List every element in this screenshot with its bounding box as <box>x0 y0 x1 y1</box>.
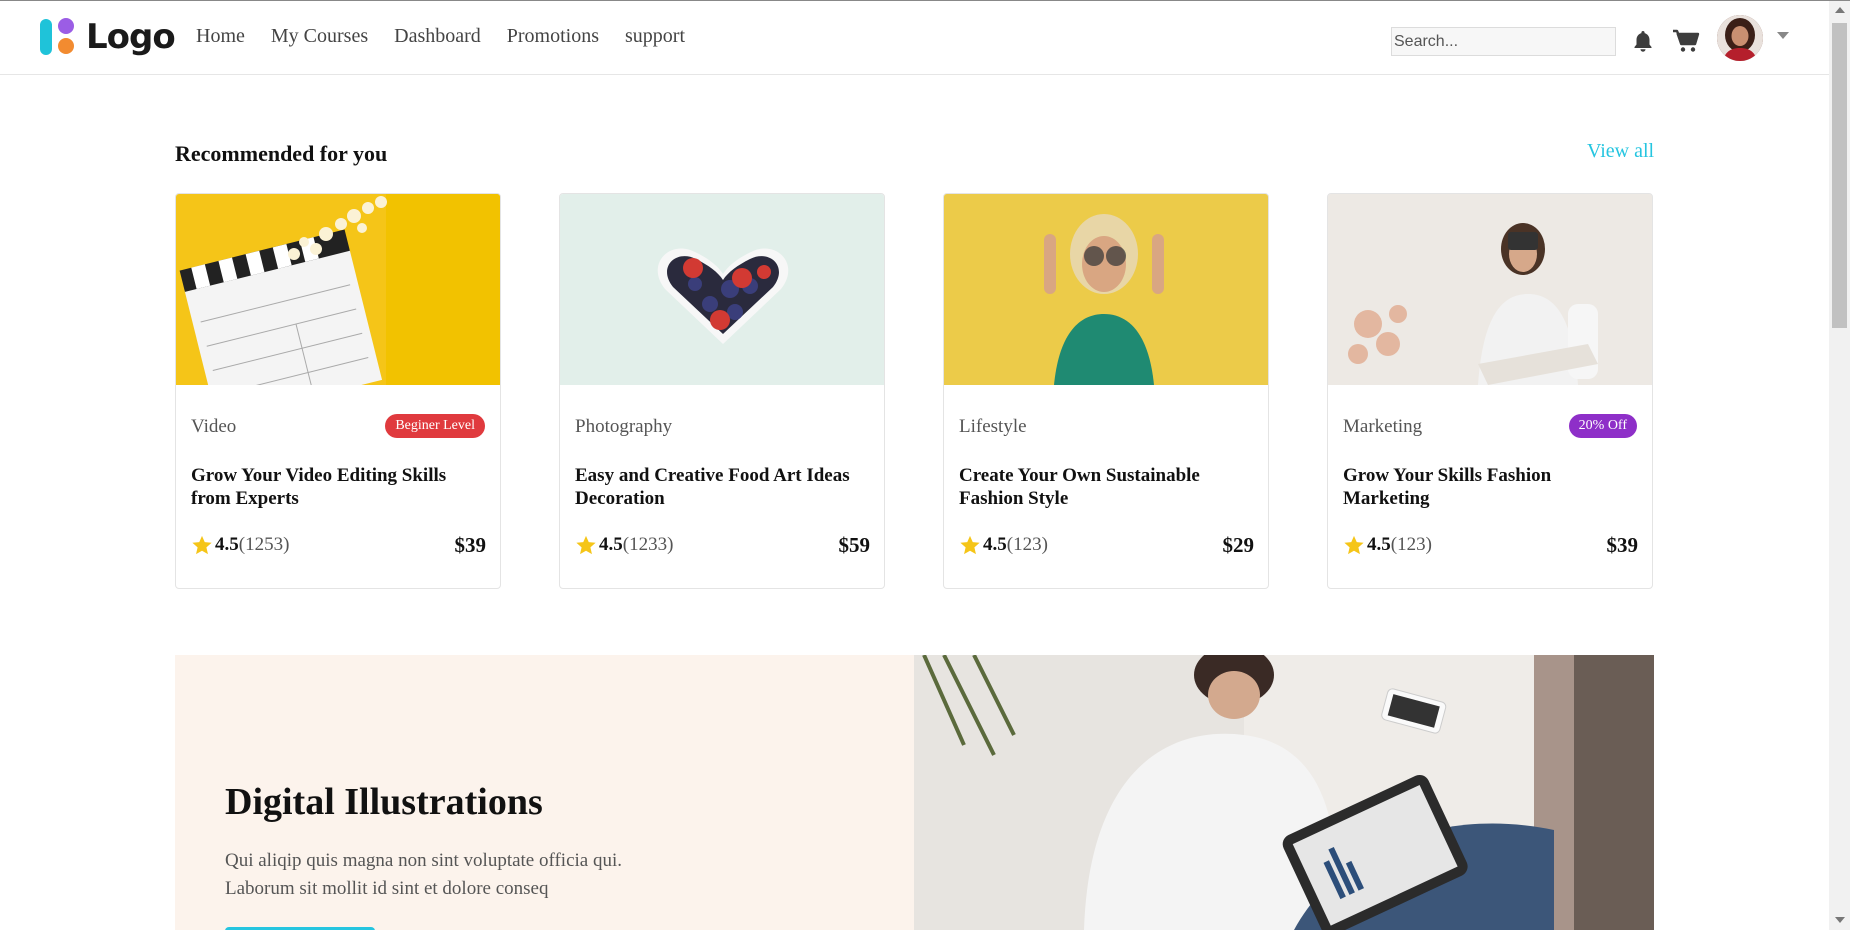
logo-mark-icon <box>40 18 74 55</box>
course-card[interactable]: Marketing 20% Off Grow Your Skills Fashi… <box>1327 193 1653 589</box>
discount-badge: 20% Off <box>1568 414 1637 438</box>
scroll-down-arrow-icon[interactable] <box>1835 917 1845 923</box>
star-icon <box>960 535 980 555</box>
banner-text-panel: Digital Illustrations Qui aliqip quis ma… <box>175 655 914 930</box>
course-title[interactable]: Easy and Creative Food Art Ideas Decorat… <box>575 464 871 510</box>
banner-image <box>914 655 1654 930</box>
scrollbar-thumb[interactable] <box>1832 23 1847 328</box>
star-icon <box>576 535 596 555</box>
rating-value: 4.5 <box>599 534 623 555</box>
course-category: Marketing <box>1343 416 1423 437</box>
level-badge: Beginer Level <box>385 414 485 438</box>
rating-count: (1253) <box>238 534 290 555</box>
scroll-up-arrow-icon[interactable] <box>1835 7 1845 13</box>
star-icon <box>192 535 212 555</box>
course-card[interactable]: Video Beginer Level Grow Your Video Edit… <box>175 193 501 589</box>
nav-support[interactable]: support <box>625 25 685 48</box>
bell-icon[interactable] <box>1631 29 1655 58</box>
course-thumbnail[interactable] <box>560 194 884 385</box>
course-rating: 4.5 (123) <box>959 534 1048 556</box>
nav-my-courses[interactable]: My Courses <box>271 25 368 48</box>
course-thumbnail[interactable] <box>1328 194 1652 385</box>
featured-banner: Digital Illustrations Qui aliqip quis ma… <box>175 655 1654 930</box>
section-title: Recommended for you <box>175 141 388 166</box>
course-price: $39 <box>1606 533 1639 557</box>
top-navbar: Logo Home My Courses Dashboard Promotion… <box>0 1 1829 75</box>
nav-dashboard[interactable]: Dashboard <box>394 25 481 48</box>
logo[interactable]: Logo <box>40 17 176 57</box>
rating-value: 4.5 <box>215 534 239 555</box>
rating-count: (123) <box>1006 534 1048 555</box>
course-thumbnail[interactable] <box>176 194 500 385</box>
cart-icon[interactable] <box>1672 29 1700 58</box>
course-rating: 4.5 (1233) <box>575 534 673 556</box>
course-title[interactable]: Grow Your Video Editing Skills from Expe… <box>191 464 487 510</box>
view-all-link[interactable]: View all <box>1587 140 1654 163</box>
course-card[interactable]: Photography Easy and Creative Food Art I… <box>559 193 885 589</box>
course-title[interactable]: Grow Your Skills Fashion Marketing <box>1343 464 1639 510</box>
chevron-down-icon[interactable] <box>1777 32 1789 39</box>
course-category: Photography <box>575 416 673 437</box>
rating-value: 4.5 <box>983 534 1007 555</box>
course-price: $39 <box>454 533 487 557</box>
nav-home[interactable]: Home <box>196 25 245 48</box>
course-card[interactable]: Lifestyle Create Your Own Sustainable Fa… <box>943 193 1269 589</box>
course-card-list: Video Beginer Level Grow Your Video Edit… <box>175 193 1654 589</box>
course-category: Lifestyle <box>959 416 1027 437</box>
course-rating: 4.5 (1253) <box>191 534 289 556</box>
main-nav: Home My Courses Dashboard Promotions sup… <box>196 25 711 48</box>
course-rating: 4.5 (123) <box>1343 534 1432 556</box>
course-category: Video <box>191 416 237 437</box>
course-title[interactable]: Create Your Own Sustainable Fashion Styl… <box>959 464 1255 510</box>
rating-value: 4.5 <box>1367 534 1391 555</box>
search-input[interactable] <box>1391 27 1616 56</box>
rating-count: (1233) <box>622 534 674 555</box>
scrollbar[interactable] <box>1829 1 1850 930</box>
course-price: $29 <box>1222 533 1255 557</box>
course-price: $59 <box>838 533 871 557</box>
banner-title: Digital Illustrations <box>225 781 543 823</box>
logo-text: Logo <box>86 17 176 57</box>
star-icon <box>1344 535 1364 555</box>
avatar[interactable] <box>1717 15 1763 61</box>
nav-promotions[interactable]: Promotions <box>507 25 599 48</box>
banner-description: Qui aliqip quis magna non sint voluptate… <box>225 850 623 899</box>
course-thumbnail[interactable] <box>944 194 1268 385</box>
rating-count: (123) <box>1390 534 1432 555</box>
